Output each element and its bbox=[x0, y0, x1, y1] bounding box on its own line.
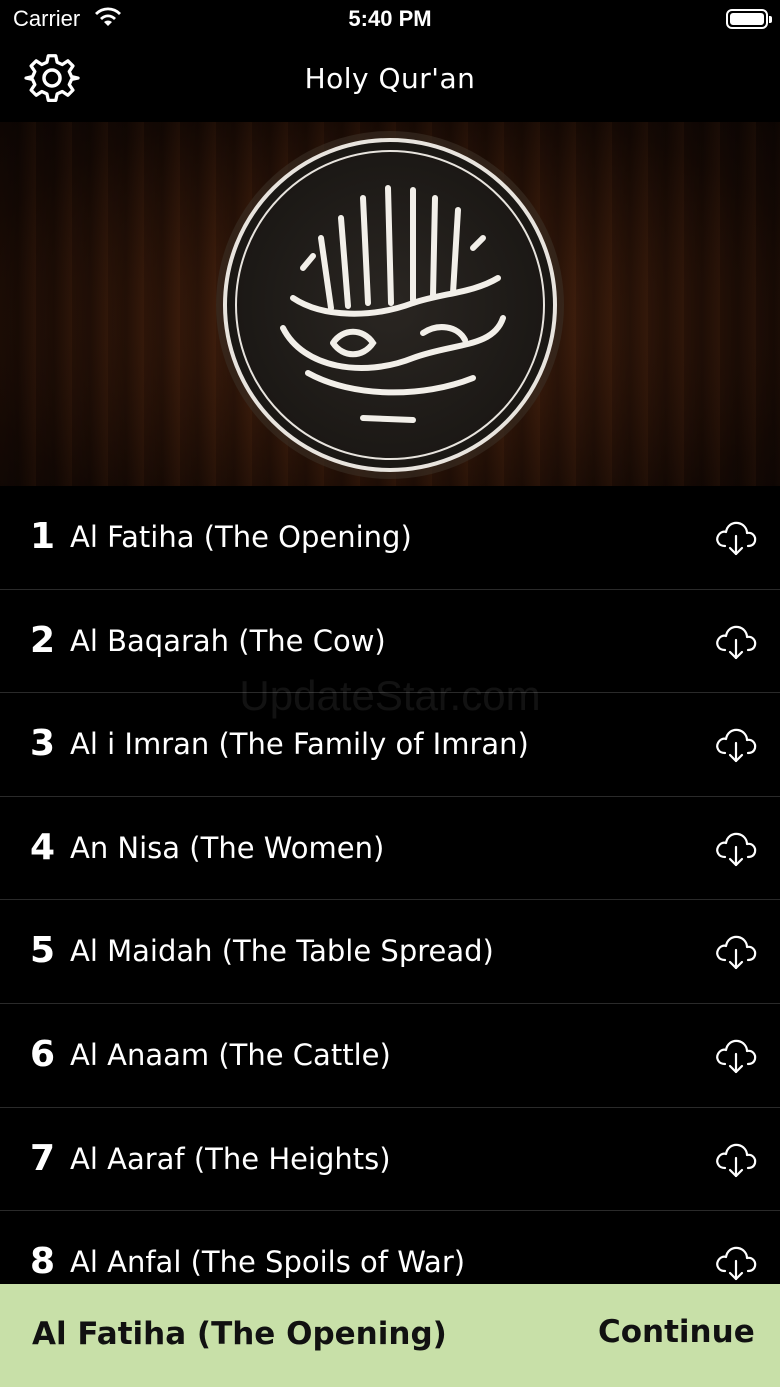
status-bar: Carrier 5:40 PM bbox=[0, 0, 780, 40]
surah-number: 2 bbox=[30, 619, 56, 661]
surah-name: Al Fatiha (The Opening) bbox=[70, 520, 412, 554]
cloud-download-icon[interactable] bbox=[714, 1138, 758, 1180]
now-playing-bar[interactable]: Al Fatiha (The Opening) Continue bbox=[0, 1284, 780, 1387]
cloud-download-icon[interactable] bbox=[714, 1034, 758, 1076]
surah-row[interactable]: 1 Al Fatiha (The Opening) bbox=[0, 486, 780, 590]
cloud-download-icon[interactable] bbox=[714, 930, 758, 972]
cloud-download-icon[interactable] bbox=[714, 723, 758, 765]
cloud-download-icon[interactable] bbox=[714, 827, 758, 869]
surah-name: Al i Imran (The Family of Imran) bbox=[70, 727, 529, 762]
continue-button[interactable]: Continue bbox=[598, 1314, 755, 1350]
surah-name: Al Aaraf (The Heights) bbox=[70, 1141, 391, 1176]
surah-name: An Nisa (The Women) bbox=[70, 830, 385, 865]
page-title: Holy Qur'an bbox=[304, 62, 476, 95]
surah-number: 5 bbox=[30, 930, 56, 972]
surah-number: 6 bbox=[30, 1033, 56, 1075]
surah-number: 1 bbox=[30, 516, 56, 557]
nav-bar: Holy Qur'an bbox=[0, 40, 780, 122]
surah-number: 8 bbox=[30, 1241, 56, 1283]
surah-name: Al Baqarah (The Cow) bbox=[70, 623, 386, 658]
surah-row[interactable]: 6 Al Anaam (The Cattle) bbox=[0, 1004, 780, 1108]
surah-number: 4 bbox=[30, 826, 56, 868]
cloud-download-icon[interactable] bbox=[714, 1241, 758, 1283]
surah-number: 7 bbox=[30, 1137, 56, 1179]
surah-row[interactable]: 7 Al Aaraf (The Heights) bbox=[0, 1108, 780, 1212]
surah-name: Al Anfal (The Spoils of War) bbox=[70, 1245, 466, 1280]
cloud-download-icon[interactable] bbox=[714, 516, 758, 558]
status-time: 5:40 PM bbox=[348, 6, 432, 31]
surah-row[interactable]: 3 Al i Imran (The Family of Imran) bbox=[0, 693, 780, 797]
current-surah-title: Al Fatiha (The Opening) bbox=[32, 1316, 447, 1352]
battery-icon bbox=[726, 9, 772, 29]
surah-name: Al Anaam (The Cattle) bbox=[70, 1037, 391, 1072]
surah-number: 3 bbox=[30, 723, 56, 765]
surah-row[interactable]: 4 An Nisa (The Women) bbox=[0, 797, 780, 901]
surah-list: 1 Al Fatiha (The Opening) 2 Al Baqarah (The… bbox=[0, 486, 780, 1315]
bismillah-banner bbox=[0, 122, 780, 486]
surah-row[interactable]: 5 Al Maidah (The Table Spread) bbox=[0, 900, 780, 1004]
bismillah-calligraphy-emblem bbox=[216, 131, 564, 479]
surah-name: Al Maidah (The Table Spread) bbox=[70, 934, 494, 969]
cloud-download-icon[interactable] bbox=[714, 620, 758, 662]
surah-row[interactable]: 2 Al Baqarah (The Cow) bbox=[0, 590, 780, 694]
